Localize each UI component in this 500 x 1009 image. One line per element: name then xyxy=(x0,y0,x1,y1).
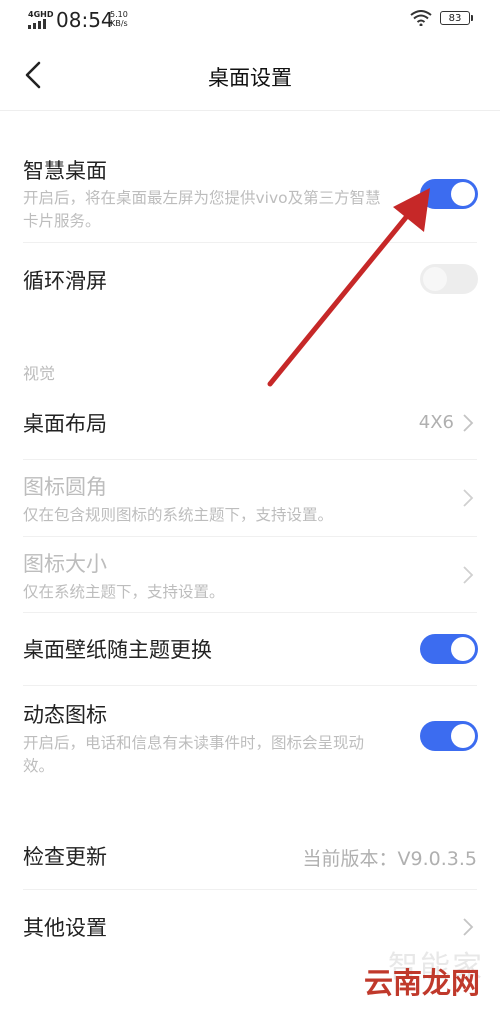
battery-indicator: 83 xyxy=(440,11,473,25)
setting-desktop-layout-title: 桌面布局 xyxy=(23,412,107,436)
wallpaper-follow-theme-toggle[interactable] xyxy=(420,634,478,664)
setting-dynamic-icon-subtitle: 开启后，电话和信息有未读事件时，图标会呈现动效。 xyxy=(23,734,365,775)
smart-desktop-toggle[interactable] xyxy=(420,179,478,209)
setting-other-title: 其他设置 xyxy=(23,916,107,940)
setting-smart-desktop: 智慧桌面 开启后，将在桌面最左屏为您提供vivo及第三方智慧卡片服务。 xyxy=(0,130,500,243)
setting-smart-desktop-subtitle: 开启后，将在桌面最左屏为您提供vivo及第三方智慧卡片服务。 xyxy=(23,189,381,230)
wifi-icon xyxy=(410,10,432,26)
toggle-knob xyxy=(423,267,447,291)
loop-scroll-toggle[interactable] xyxy=(420,264,478,294)
page-title: 桌面设置 xyxy=(208,66,292,90)
desktop-layout-value: 4X6 xyxy=(418,412,454,433)
setting-icon-corner-title: 图标圆角 xyxy=(23,475,107,499)
network-speed-unit: KB/s xyxy=(110,19,128,28)
setting-dynamic-icon-title: 动态图标 xyxy=(23,703,107,727)
header-divider xyxy=(0,110,500,111)
setting-dynamic-icon: 动态图标 开启后，电话和信息有未读事件时，图标会呈现动效。 xyxy=(0,686,500,786)
setting-icon-size-title: 图标大小 xyxy=(23,552,107,576)
toggle-knob xyxy=(451,637,475,661)
setting-icon-corner[interactable]: 图标圆角 仅在包含规则图标的系统主题下，支持设置。 xyxy=(0,460,500,537)
header: 桌面设置 xyxy=(0,40,500,110)
chevron-right-icon xyxy=(463,489,474,507)
setting-check-update[interactable]: 检查更新 当前版本：V9.0.3.5 xyxy=(0,820,500,890)
setting-check-update-title: 检查更新 xyxy=(23,845,107,869)
network-speed-value: 5.10 xyxy=(110,10,128,19)
section-label-visual: 视觉 xyxy=(23,364,56,383)
network-speed: 5.10 KB/s xyxy=(110,10,128,28)
setting-wallpaper-follow-theme: 桌面壁纸随主题更换 xyxy=(0,613,500,686)
network-type: 4GHD xyxy=(28,10,54,19)
toggle-knob xyxy=(451,182,475,206)
status-bar: 4GHD 08:54 5.10 KB/s 83 xyxy=(0,0,500,40)
signal-icon xyxy=(28,19,46,29)
setting-desktop-layout[interactable]: 桌面布局 4X6 xyxy=(0,388,500,460)
chevron-right-icon xyxy=(463,566,474,584)
dynamic-icon-toggle[interactable] xyxy=(420,721,478,751)
setting-loop-scroll: 循环滑屏 xyxy=(0,243,500,318)
setting-loop-scroll-title: 循环滑屏 xyxy=(23,269,107,293)
chevron-right-icon xyxy=(463,918,474,936)
status-time: 08:54 xyxy=(56,8,114,32)
current-version-value: 当前版本：V9.0.3.5 xyxy=(302,848,477,870)
setting-icon-size[interactable]: 图标大小 仅在系统主题下，支持设置。 xyxy=(0,537,500,613)
setting-wallpaper-follow-theme-title: 桌面壁纸随主题更换 xyxy=(23,638,212,662)
setting-icon-corner-subtitle: 仅在包含规则图标的系统主题下，支持设置。 xyxy=(23,506,334,524)
chevron-right-icon xyxy=(463,414,474,432)
setting-smart-desktop-title: 智慧桌面 xyxy=(23,159,107,183)
setting-icon-size-subtitle: 仅在系统主题下，支持设置。 xyxy=(23,583,225,601)
toggle-knob xyxy=(451,724,475,748)
watermark-logo-text: 云南龙网 xyxy=(364,966,481,1000)
